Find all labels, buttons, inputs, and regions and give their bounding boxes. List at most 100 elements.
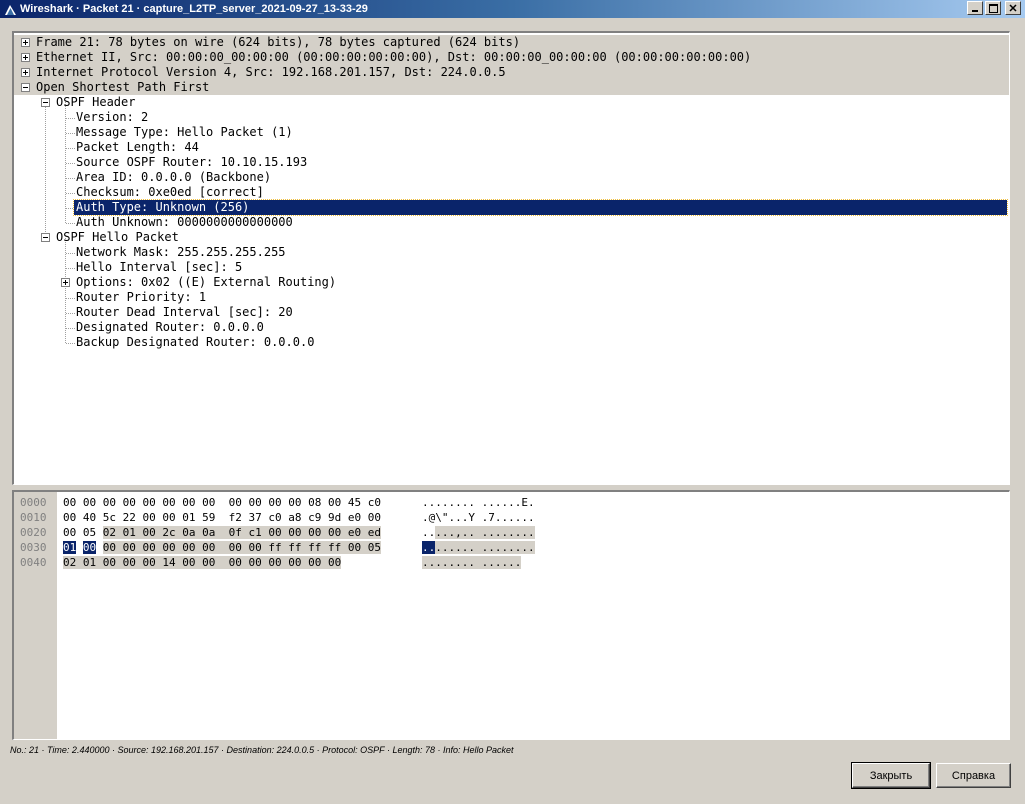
hex-byte[interactable]: 01: [122, 526, 136, 539]
tree-node[interactable]: OSPF Header: [14, 95, 1009, 110]
hex-byte[interactable]: e0: [347, 526, 362, 539]
hex-ascii[interactable]: .@\"...Y .7......: [422, 510, 535, 525]
hex-byte[interactable]: 02: [102, 526, 116, 539]
tree-node[interactable]: Open Shortest Path First: [14, 80, 1009, 95]
hex-byte[interactable]: 40: [83, 511, 96, 524]
close-window-button[interactable]: [1005, 1, 1021, 15]
hex-byte[interactable]: 08: [308, 496, 321, 509]
tree-leaf[interactable]: Message Type: Hello Packet (1): [14, 125, 1009, 140]
tree-node[interactable]: Ethernet II, Src: 00:00:00_00:00:00 (00:…: [14, 50, 1009, 65]
hex-byte[interactable]: f2: [229, 511, 242, 524]
hex-byte[interactable]: 00: [268, 526, 282, 539]
hex-byte[interactable]: 00: [182, 556, 196, 569]
hex-byte[interactable]: 00: [328, 496, 341, 509]
hex-byte[interactable]: 37: [249, 511, 262, 524]
hex-byte[interactable]: ed: [367, 526, 381, 539]
hex-byte[interactable]: 00: [202, 556, 216, 569]
hex-byte[interactable]: 00: [102, 541, 116, 554]
hex-byte[interactable]: 0f: [228, 526, 242, 539]
tree-node[interactable]: Options: 0x02 ((E) External Routing): [14, 275, 1009, 290]
hex-byte[interactable]: a8: [288, 511, 301, 524]
hex-byte[interactable]: 00: [288, 556, 302, 569]
hex-byte[interactable]: 00: [182, 541, 196, 554]
expand-plus-icon[interactable]: [21, 38, 30, 47]
expand-plus-icon[interactable]: [21, 68, 30, 77]
hex-bytes[interactable]: 02 01 00 00 00 14 00 00 00 00 00 00 00 0…: [63, 555, 342, 570]
hex-byte[interactable]: ff: [328, 541, 342, 554]
hex-byte[interactable]: 00: [182, 496, 195, 509]
hex-byte[interactable]: 45: [348, 496, 361, 509]
packet-details-tree[interactable]: Frame 21: 78 bytes on wire (624 bits), 7…: [12, 31, 1010, 485]
hex-byte[interactable]: 00: [288, 496, 301, 509]
hex-byte[interactable]: 00: [229, 496, 242, 509]
hex-ascii[interactable]: ........ ......E.: [422, 495, 535, 510]
hex-byte[interactable]: 0a: [202, 526, 216, 539]
collapse-minus-icon[interactable]: [41, 233, 50, 242]
hex-byte[interactable]: 00: [142, 541, 156, 554]
hex-byte[interactable]: 22: [123, 511, 136, 524]
hex-byte[interactable]: ff: [288, 541, 302, 554]
help-button[interactable]: Справка: [936, 763, 1011, 788]
hex-byte[interactable]: 59: [202, 511, 215, 524]
hex-byte[interactable]: 00: [143, 496, 156, 509]
hex-byte[interactable]: 2c: [162, 526, 176, 539]
hex-byte[interactable]: 01: [182, 511, 195, 524]
tree-leaf[interactable]: Version: 2: [14, 110, 1009, 125]
hex-byte[interactable]: 00: [248, 541, 262, 554]
tree-leaf[interactable]: Auth Type: Unknown (256): [14, 199, 1009, 216]
hex-byte[interactable]: ff: [268, 541, 282, 554]
hex-bytes[interactable]: 00 05 02 01 00 2c 0a 0a 0f c1 00 00 00 0…: [63, 525, 381, 540]
hex-byte[interactable]: 9d: [328, 511, 341, 524]
hex-ascii[interactable]: .....,.. ........: [422, 525, 535, 540]
hex-byte[interactable]: 02: [63, 556, 77, 569]
hex-byte[interactable]: 05: [83, 526, 96, 539]
hex-byte[interactable]: 0a: [182, 526, 196, 539]
expand-plus-icon[interactable]: [21, 53, 30, 62]
hex-byte[interactable]: 00: [328, 526, 342, 539]
collapse-minus-icon[interactable]: [41, 98, 50, 107]
collapse-minus-icon[interactable]: [21, 83, 30, 92]
tree-node[interactable]: OSPF Hello Packet: [14, 230, 1009, 245]
hex-byte[interactable]: c0: [368, 496, 381, 509]
tree-leaf[interactable]: Area ID: 0.0.0.0 (Backbone): [14, 170, 1009, 185]
hex-byte[interactable]: 00: [308, 526, 322, 539]
tree-leaf[interactable]: Designated Router: 0.0.0.0: [14, 320, 1009, 335]
hex-bytes[interactable]: 01 00 00 00 00 00 00 00 00 00 ff ff ff f…: [63, 540, 381, 555]
tree-leaf[interactable]: Auth Unknown: 0000000000000000: [14, 215, 1009, 230]
hex-byte[interactable]: 00: [202, 496, 215, 509]
hex-byte[interactable]: 5c: [103, 511, 116, 524]
hex-byte[interactable]: 00: [308, 556, 322, 569]
tree-leaf[interactable]: Packet Length: 44: [14, 140, 1009, 155]
hex-byte[interactable]: c0: [268, 511, 281, 524]
hex-ascii[interactable]: ........ ......: [422, 555, 522, 570]
hex-byte[interactable]: 00: [228, 556, 242, 569]
hex-byte[interactable]: 00: [143, 511, 156, 524]
hex-byte[interactable]: 00: [63, 511, 76, 524]
hex-byte[interactable]: 00: [82, 541, 97, 554]
hex-byte[interactable]: 00: [63, 496, 76, 509]
hex-byte[interactable]: 00: [162, 511, 175, 524]
hex-byte[interactable]: 05: [367, 541, 381, 554]
hex-byte[interactable]: 00: [202, 541, 216, 554]
maximize-button[interactable]: [985, 1, 1001, 15]
hex-byte[interactable]: 00: [102, 556, 116, 569]
hex-byte[interactable]: 00: [228, 541, 242, 554]
hex-byte[interactable]: 00: [123, 496, 136, 509]
tree-leaf[interactable]: Router Priority: 1: [14, 290, 1009, 305]
tree-node[interactable]: Frame 21: 78 bytes on wire (624 bits), 7…: [14, 35, 1009, 50]
tree-leaf[interactable]: Backup Designated Router: 0.0.0.0: [14, 335, 1009, 350]
hex-bytes[interactable]: 00 40 5c 22 00 00 01 59 f2 37 c0 a8 c9 9…: [63, 510, 381, 525]
hex-byte[interactable]: 00: [103, 496, 116, 509]
hex-byte[interactable]: c1: [248, 526, 262, 539]
hex-byte[interactable]: 00: [83, 496, 96, 509]
hex-byte[interactable]: 00: [122, 541, 136, 554]
tree-leaf[interactable]: Router Dead Interval [sec]: 20: [14, 305, 1009, 320]
hex-byte[interactable]: ff: [308, 541, 322, 554]
hex-byte[interactable]: 01: [63, 541, 77, 554]
hex-byte[interactable]: 00: [162, 541, 176, 554]
tree-leaf[interactable]: Network Mask: 255.255.255.255: [14, 245, 1009, 260]
packet-bytes-pane[interactable]: 00 00 00 00 00 00 00 00 00 00 00 00 00 00 …: [12, 490, 1010, 740]
hex-byte[interactable]: 14: [162, 556, 176, 569]
minimize-button[interactable]: [967, 1, 983, 15]
hex-byte[interactable]: 00: [268, 496, 281, 509]
